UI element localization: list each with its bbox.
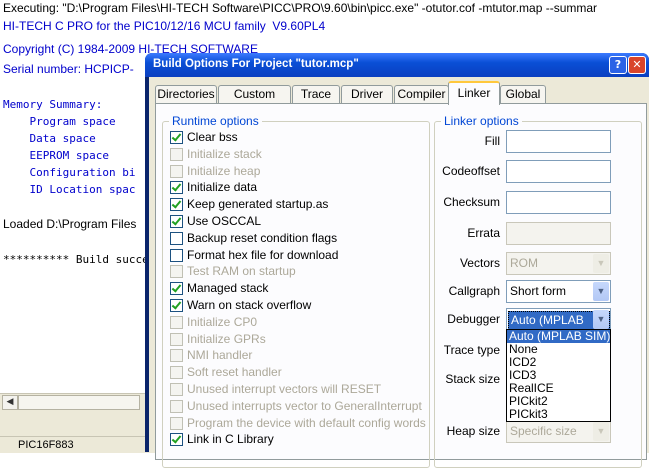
checkbox-checked-icon[interactable]	[170, 131, 183, 144]
checkbox-unchecked-icon	[170, 349, 183, 362]
runtime-option-label: Unused interrupts vector to GeneralInter…	[187, 399, 422, 413]
callgraph-combo[interactable]: Short form ▼	[506, 280, 611, 303]
checkbox-unchecked-icon	[170, 400, 183, 413]
tab-driver[interactable]: Driver	[341, 85, 393, 103]
heap-size-combo: Specific size ▼	[506, 420, 611, 443]
runtime-options-title: Runtime options	[169, 114, 262, 128]
codeoffset-field[interactable]	[506, 160, 611, 183]
runtime-option-label: NMI handler	[187, 348, 253, 362]
output-line-serial: Serial number: HCPICP-	[3, 62, 134, 76]
runtime-option-label: Initialize CP0	[187, 315, 258, 329]
output-line-loaded: Loaded D:\Program Files	[3, 217, 137, 231]
checkbox-checked-icon[interactable]	[170, 299, 183, 312]
callgraph-value: Short form	[510, 284, 567, 298]
dialog-title: Build Options For Project "tutor.mcp"	[153, 58, 359, 70]
runtime-option-label: Warn on stack overflow	[187, 298, 312, 312]
checkbox-checked-icon[interactable]	[170, 181, 183, 194]
fill-field[interactable]	[506, 130, 611, 153]
output-line-data-space: Data space	[3, 132, 96, 145]
help-button[interactable]: ?	[609, 56, 627, 74]
runtime-option-label: Managed stack	[187, 281, 269, 295]
checkbox-checked-icon[interactable]	[170, 198, 183, 211]
checkbox-unchecked-icon[interactable]	[170, 232, 183, 245]
chevron-down-icon: ▼	[593, 254, 609, 273]
chevron-down-icon: ▼	[593, 422, 609, 441]
runtime-option-label: Format hex file for download	[187, 248, 339, 262]
runtime-option-label: Unused interrupt vectors will RESET	[187, 382, 382, 396]
codeoffset-label: Codeoffset	[442, 164, 500, 178]
tab-trace[interactable]: Trace	[292, 85, 340, 103]
checkbox-unchecked-icon	[170, 417, 183, 430]
runtime-option-label: Test RAM on startup	[187, 264, 296, 278]
dialog-titlebar[interactable]: Build Options For Project "tutor.mcp" ? …	[145, 53, 649, 77]
dialog-client: Directories Custom Build Trace Driver Co…	[149, 77, 649, 468]
runtime-option-label: Clear bss	[187, 130, 238, 144]
scroll-left-icon[interactable]: ◀	[2, 395, 18, 410]
heap-size-value: Specific size	[510, 424, 577, 438]
runtime-option-label: Backup reset condition flags	[187, 231, 338, 245]
vectors-combo: ROM ▼	[506, 252, 611, 275]
runtime-option-label: Soft reset handler	[187, 365, 282, 379]
checkbox-unchecked-icon[interactable]	[170, 249, 183, 262]
runtime-option-label: Initialize data	[187, 180, 258, 194]
errata-label: Errata	[467, 226, 500, 240]
runtime-option-label: Initialize GPRs	[187, 332, 266, 346]
runtime-option-label: Link in C Library	[187, 432, 274, 446]
runtime-option-label: Initialize heap	[187, 164, 261, 178]
status-device: PIC16F883	[18, 439, 74, 451]
output-line-config-bits: Configuration bi	[3, 166, 136, 179]
tab-linker[interactable]: Linker	[448, 81, 500, 105]
linker-tab-panel: Runtime options Linker options Fill Code…	[155, 103, 647, 468]
checkbox-unchecked-icon	[170, 148, 183, 161]
scrollbar-thumb[interactable]	[18, 395, 140, 410]
checkbox-unchecked-icon	[170, 165, 183, 178]
runtime-option-label: Use OSCCAL	[187, 214, 262, 228]
vectors-value: ROM	[510, 256, 538, 270]
checkbox-unchecked-icon	[170, 383, 183, 396]
vectors-label: Vectors	[459, 256, 500, 270]
output-line-memory-summary: Memory Summary:	[3, 98, 103, 111]
runtime-option-label: Keep generated startup.as	[187, 197, 329, 211]
tab-global[interactable]: Global	[500, 85, 546, 103]
debugger-label: Debugger	[447, 312, 500, 326]
checksum-label: Checksum	[443, 195, 500, 209]
errata-field	[506, 222, 611, 245]
runtime-option-label: Program the device with default config w…	[187, 416, 426, 430]
output-line-id-location: ID Location spac	[3, 183, 136, 196]
debugger-option[interactable]: PICkit3	[507, 408, 610, 421]
checkbox-unchecked-icon	[170, 333, 183, 346]
fill-label: Fill	[484, 134, 500, 148]
build-options-dialog: Build Options For Project "tutor.mcp" ? …	[145, 53, 649, 468]
tab-compiler[interactable]: Compiler	[394, 85, 449, 103]
tab-directories[interactable]: Directories	[155, 85, 217, 103]
tab-custom-build[interactable]: Custom Build	[218, 85, 291, 118]
chevron-down-icon[interactable]: ▼	[593, 310, 609, 329]
debugger-dropdown-list[interactable]: Auto (MPLAB SIM) None ICD2 ICD3 RealICE …	[506, 329, 611, 422]
checkbox-unchecked-icon	[170, 265, 183, 278]
stack-size-label: Stack size	[445, 372, 500, 386]
heap-size-label: Heap size	[446, 424, 500, 438]
checkbox-unchecked-icon	[170, 316, 183, 329]
chevron-down-icon[interactable]: ▼	[593, 282, 609, 301]
trace-type-label: Trace type	[443, 343, 500, 357]
checkbox-unchecked-icon	[170, 366, 183, 379]
output-line-program-space: Program space	[3, 115, 116, 128]
linker-options-title: Linker options	[441, 114, 522, 128]
debugger-combo[interactable]: Auto (MPLAB SIM) ▼	[506, 308, 611, 344]
output-line-version: HI-TECH C PRO for the PIC10/12/16 MCU fa…	[3, 19, 326, 33]
checkbox-checked-icon[interactable]	[170, 433, 183, 446]
checkbox-checked-icon[interactable]	[170, 282, 183, 295]
checksum-field[interactable]	[506, 191, 611, 214]
output-line-executing: Executing: "D:\Program Files\HI-TECH Sof…	[3, 1, 598, 15]
runtime-option-label: Initialize stack	[187, 147, 262, 161]
close-button[interactable]: ✕	[628, 56, 646, 74]
output-line-build-success: ********** Build succes	[3, 253, 156, 266]
checkbox-checked-icon[interactable]	[170, 215, 183, 228]
callgraph-label: Callgraph	[448, 284, 500, 298]
output-line-eeprom-space: EEPROM space	[3, 149, 109, 162]
